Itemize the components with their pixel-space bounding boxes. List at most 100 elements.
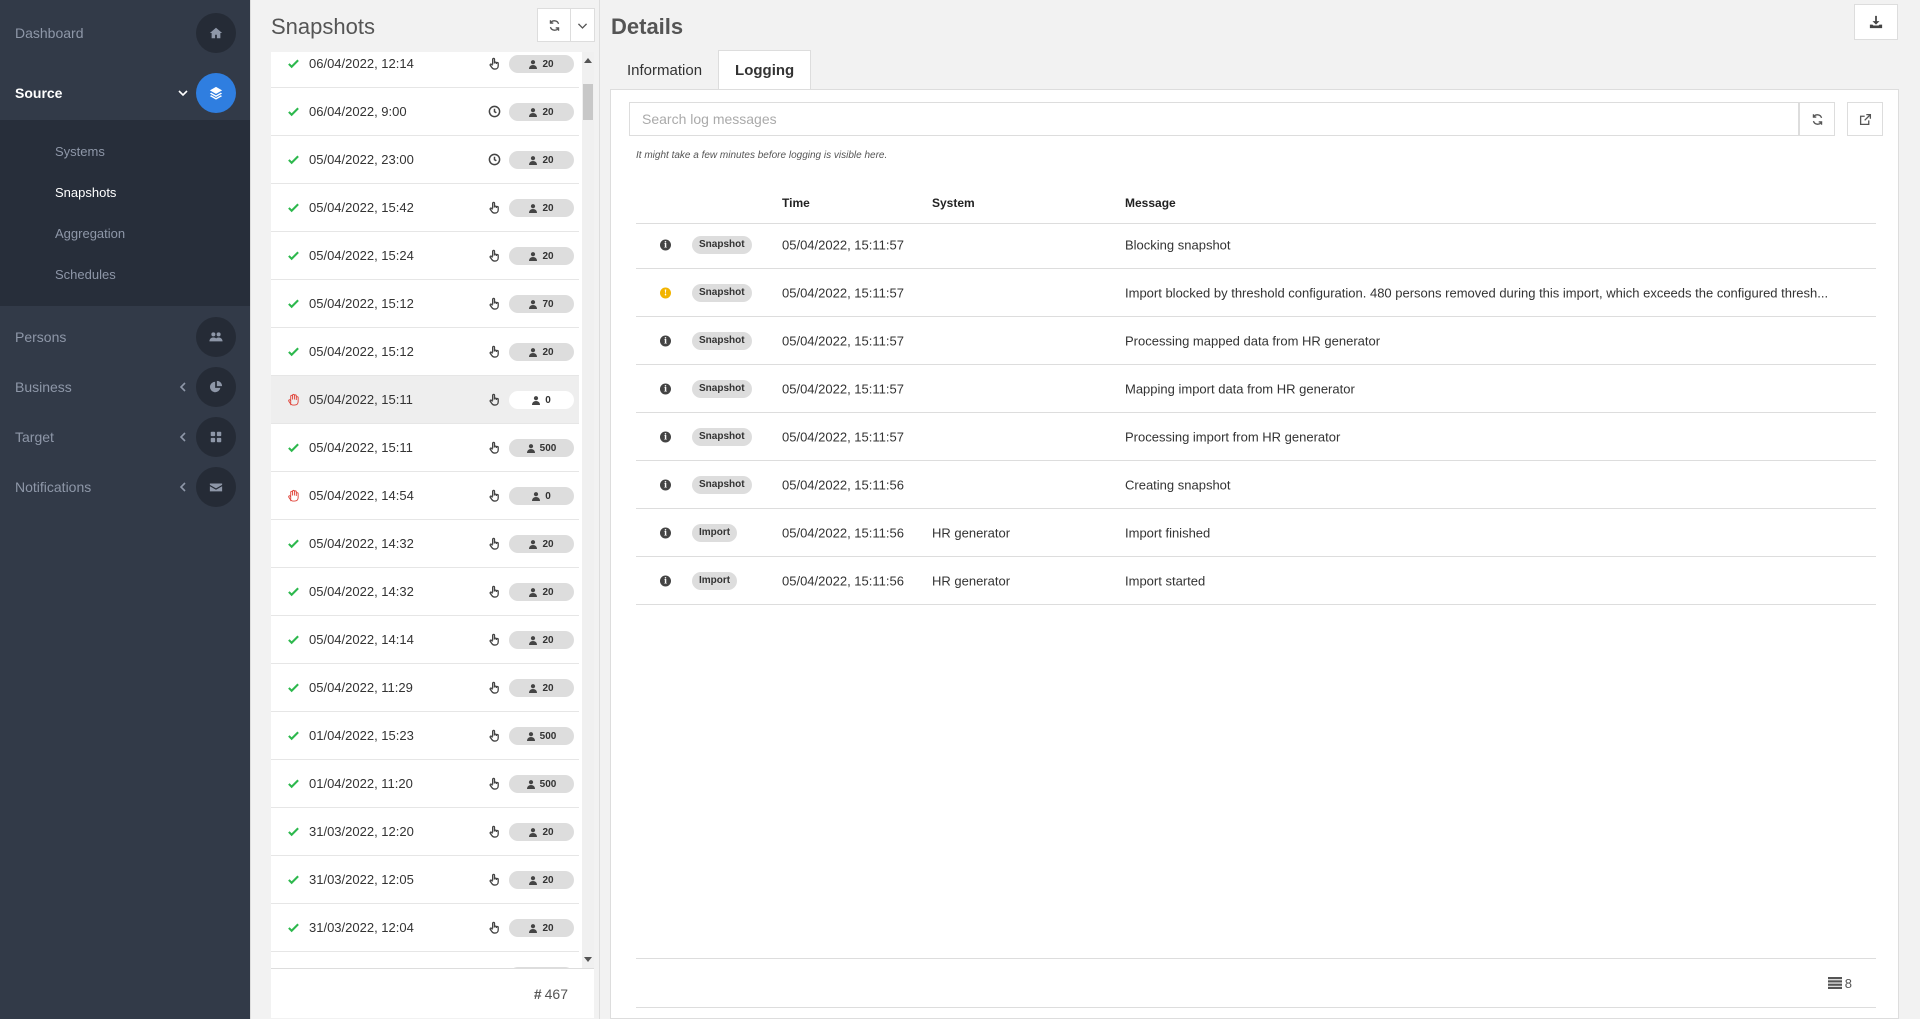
subnav-item-schedules[interactable]: Schedules — [0, 254, 250, 295]
nav-item-source[interactable]: Source — [0, 65, 250, 120]
trigger-icon — [486, 680, 502, 696]
snapshot-row[interactable]: 05/04/2022, 15:11 500 — [271, 424, 579, 472]
status-icon — [287, 681, 309, 694]
hand-pointer-icon — [488, 729, 499, 742]
persons-badge: 20 — [509, 199, 574, 217]
scrollbar-thumb[interactable] — [583, 84, 593, 120]
nav-label: Dashboard — [15, 24, 84, 41]
persons-badge: 500 — [509, 775, 574, 793]
snapshot-row[interactable]: 01/04/2022, 11:20 500 — [271, 760, 579, 808]
log-row: i Import 05/04/2022, 15:11:56 HR generator I… — [636, 509, 1876, 557]
person-icon — [526, 443, 535, 453]
persons-count: 20 — [542, 874, 554, 886]
scrollbar[interactable] — [582, 52, 594, 968]
snapshot-row[interactable]: 05/04/2022, 15:42 20 — [271, 184, 579, 232]
nav-item-target[interactable]: Target — [0, 412, 250, 462]
snapshot-row[interactable]: 05/04/2022, 15:12 70 — [271, 280, 579, 328]
snapshot-rows: 06/04/2022, 12:14 20 06/04/2022, 9:00 20 05/… — [271, 52, 579, 968]
persons-badge: 20 — [509, 151, 574, 169]
nav-item-business[interactable]: Business — [0, 362, 250, 412]
refresh-options-dropdown[interactable] — [571, 8, 595, 42]
trigger-icon — [486, 632, 502, 648]
snapshot-list[interactable]: 06/04/2022, 12:14 20 06/04/2022, 9:00 20 05/… — [271, 52, 594, 968]
status-icon — [287, 633, 309, 646]
nav-label: Target — [15, 429, 54, 445]
column-header-message[interactable]: Message — [1125, 196, 1176, 210]
snapshot-row[interactable]: 06/04/2022, 9:00 20 — [271, 88, 579, 136]
status-icon — [287, 153, 309, 166]
persons-count: 0 — [545, 394, 551, 406]
snapshot-row[interactable]: 05/04/2022, 15:24 20 — [271, 232, 579, 280]
scroll-down-arrow[interactable] — [584, 957, 592, 962]
persons-count: 20 — [542, 586, 554, 598]
home-icon — [196, 12, 236, 53]
download-icon — [1869, 15, 1883, 29]
subnav-item-aggregation[interactable]: Aggregation — [0, 213, 250, 254]
snapshot-row[interactable]: 05/04/2022, 11:29 20 — [271, 664, 579, 712]
snapshot-row[interactable]: 05/04/2022, 15:11 0 — [271, 376, 579, 424]
snapshot-date: 05/04/2022, 15:11 — [309, 392, 413, 407]
status-icon — [287, 201, 309, 214]
nav-item-dashboard[interactable]: Dashboard — [0, 0, 250, 65]
tab-information[interactable]: Information — [611, 50, 718, 90]
column-header-system[interactable]: System — [932, 196, 975, 210]
grid-icon — [196, 417, 236, 457]
log-time: 05/04/2022, 15:11:57 — [782, 333, 904, 348]
snapshot-row[interactable]: 05/04/2022, 23:00 20 — [271, 136, 579, 184]
open-external-button[interactable] — [1847, 102, 1883, 136]
snapshot-row[interactable]: 01/04/2022, 15:23 500 — [271, 712, 579, 760]
snapshot-row[interactable]: 31/03/2022, 12:04 20 — [271, 904, 579, 952]
refresh-icon — [1812, 113, 1822, 125]
person-icon — [529, 683, 538, 693]
log-message: Blocking snapshot — [1125, 237, 1231, 252]
subnav-item-systems[interactable]: Systems — [0, 131, 250, 172]
snapshot-row[interactable]: 05/04/2022, 14:32 20 — [271, 568, 579, 616]
log-source-tag: Snapshot — [692, 283, 752, 302]
check-icon — [288, 347, 299, 357]
log-search-input[interactable] — [629, 102, 1799, 136]
trigger-icon — [486, 776, 502, 792]
trigger-icon — [486, 440, 502, 456]
external-link-icon — [1859, 113, 1871, 125]
snapshot-row[interactable]: 05/04/2022, 14:54 0 — [271, 472, 579, 520]
download-button[interactable] — [1854, 4, 1898, 40]
persons-count: 500 — [539, 442, 557, 454]
blocked-hand-icon — [288, 489, 299, 502]
snapshot-row[interactable]: 31/03/2022, 12:20 20 — [271, 808, 579, 856]
snapshot-date: 06/04/2022, 12:14 — [309, 56, 414, 71]
logging-tab-content: It might take a few minutes before loggi… — [610, 89, 1899, 1019]
snapshot-row[interactable]: 05/04/2022, 15:12 20 — [271, 328, 579, 376]
trigger-icon — [486, 296, 502, 312]
scroll-up-arrow[interactable] — [584, 58, 592, 63]
snapshot-row[interactable]: 31/03/2022, 12:0220 — [271, 952, 579, 968]
tab-logging[interactable]: Logging — [718, 50, 812, 90]
persons-badge: 20 — [509, 103, 574, 121]
snapshot-row[interactable]: 06/04/2022, 12:14 20 — [271, 52, 579, 88]
snapshot-date: 05/04/2022, 11:29 — [309, 680, 413, 695]
persons-count: 20 — [542, 634, 554, 646]
snapshot-date: 05/04/2022, 15:42 — [309, 200, 414, 215]
logging-hint: It might take a few minutes before loggi… — [636, 150, 888, 161]
log-source-tag: Snapshot — [692, 331, 752, 350]
persons-badge: 20 — [509, 343, 574, 361]
refresh-button[interactable] — [537, 8, 571, 42]
snapshot-count-value: 467 — [544, 985, 568, 1002]
info-icon: i — [660, 335, 671, 346]
person-icon — [529, 923, 538, 933]
refresh-log-button[interactable] — [1799, 102, 1835, 136]
log-source-tag: Import — [692, 523, 738, 542]
snapshot-row[interactable]: 31/03/2022, 12:05 20 — [271, 856, 579, 904]
log-source-tag: Import — [692, 571, 738, 590]
snapshot-date: 31/03/2022, 12:04 — [309, 920, 414, 935]
column-header-time[interactable]: Time — [782, 196, 810, 210]
snapshot-row[interactable]: 05/04/2022, 14:14 20 — [271, 616, 579, 664]
log-system: HR generator — [932, 525, 1011, 540]
subnav-item-snapshots[interactable]: Snapshots — [0, 172, 250, 213]
nav-item-persons[interactable]: Persons — [0, 312, 250, 362]
log-message: Import started — [1125, 573, 1206, 588]
person-icon — [529, 635, 538, 645]
persons-badge: 20 — [509, 583, 574, 601]
log-source-tag: Snapshot — [692, 235, 752, 254]
nav-item-notifications[interactable]: Notifications — [0, 462, 250, 512]
snapshot-row[interactable]: 05/04/2022, 14:32 20 — [271, 520, 579, 568]
